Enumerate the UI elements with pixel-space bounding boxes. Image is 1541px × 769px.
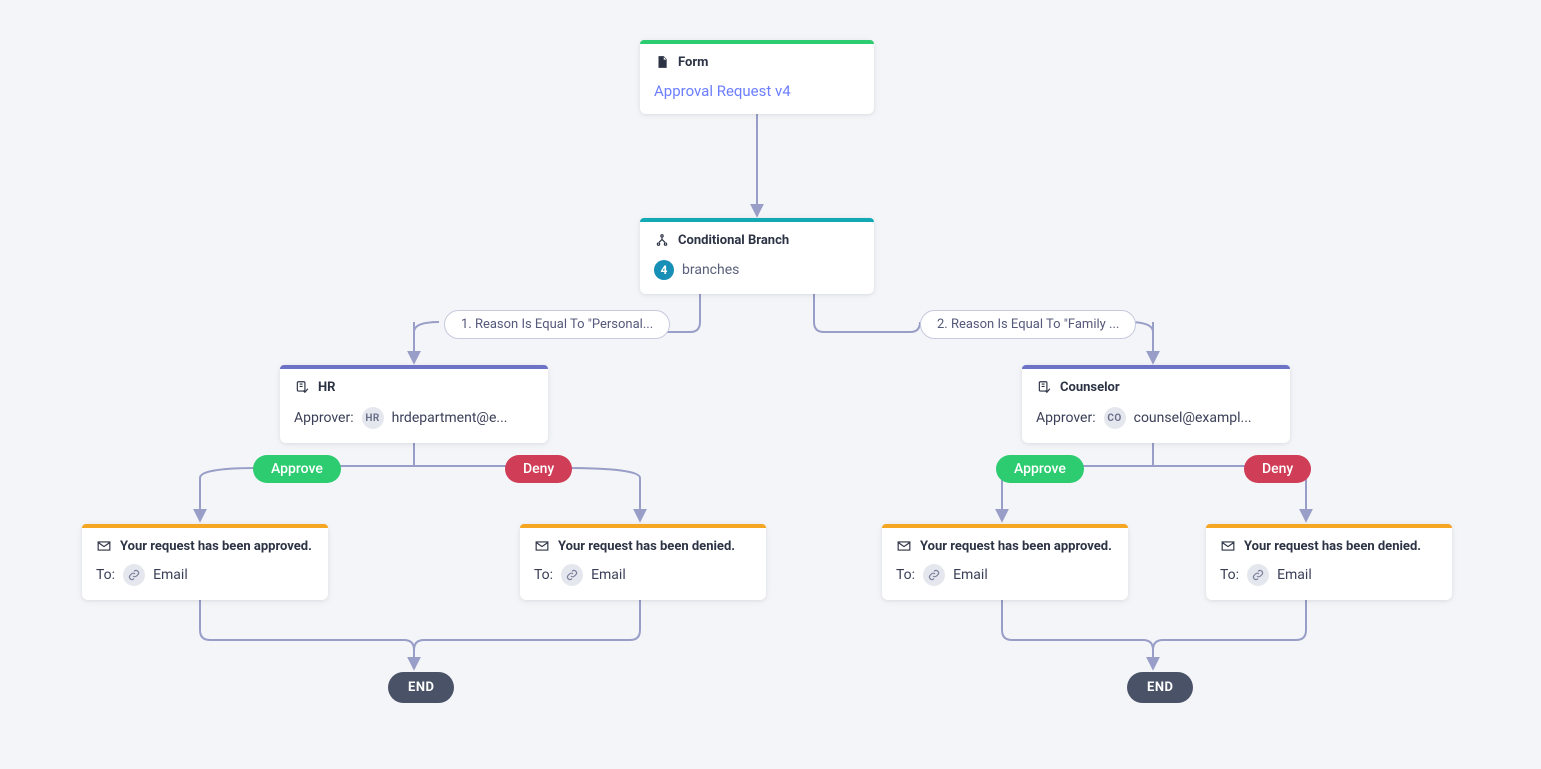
mail-icon — [1220, 538, 1236, 554]
node-approval-counselor[interactable]: Counselor Approver: CO counsel@exampl... — [1022, 365, 1290, 443]
to-value: Email — [591, 567, 626, 583]
deny-pill-left[interactable]: Deny — [505, 455, 572, 483]
node-notify-denied-right[interactable]: Your request has been denied. To: Email — [1206, 524, 1452, 600]
node-notify-approved-left[interactable]: Your request has been approved. To: Emai… — [82, 524, 328, 600]
approver-email-hr: hrdepartment@e... — [392, 410, 508, 426]
mail-icon — [96, 538, 112, 554]
notify-title: Your request has been denied. — [1244, 539, 1421, 554]
branches-word: branches — [682, 262, 739, 278]
branch-count-badge: 4 — [654, 260, 674, 280]
to-label: To: — [96, 567, 115, 583]
link-icon — [923, 564, 945, 586]
mail-icon — [896, 538, 912, 554]
form-name-link[interactable]: Approval Request v4 — [654, 82, 791, 100]
node-notify-approved-right[interactable]: Your request has been approved. To: Emai… — [882, 524, 1128, 600]
workflow-canvas[interactable]: Form Approval Request v4 Conditional Bra… — [0, 0, 1541, 769]
branch-icon — [654, 232, 670, 248]
to-value: Email — [953, 567, 988, 583]
approval-icon — [1036, 379, 1052, 395]
approval-icon — [294, 379, 310, 395]
node-conditional-title: Conditional Branch — [678, 233, 789, 248]
approver-email-counselor: counsel@exampl... — [1134, 410, 1252, 426]
notify-title: Your request has been approved. — [120, 539, 312, 554]
link-icon — [123, 564, 145, 586]
connectors — [0, 0, 1541, 769]
node-notify-denied-left[interactable]: Your request has been denied. To: Email — [520, 524, 766, 600]
approve-pill-left[interactable]: Approve — [253, 455, 341, 483]
approver-label: Approver: — [1036, 410, 1096, 426]
form-icon — [654, 54, 670, 70]
to-label: To: — [534, 567, 553, 583]
mail-icon — [534, 538, 550, 554]
approve-pill-right[interactable]: Approve — [996, 455, 1084, 483]
end-pill-left: END — [388, 672, 454, 703]
to-label: To: — [1220, 567, 1239, 583]
to-value: Email — [1277, 567, 1312, 583]
link-icon — [1247, 564, 1269, 586]
node-conditional[interactable]: Conditional Branch 4 branches — [640, 218, 874, 294]
approval-counselor-title: Counselor — [1060, 380, 1120, 395]
notify-title: Your request has been denied. — [558, 539, 735, 554]
node-form[interactable]: Form Approval Request v4 — [640, 40, 874, 114]
deny-pill-right[interactable]: Deny — [1244, 455, 1311, 483]
to-value: Email — [153, 567, 188, 583]
node-form-title: Form — [678, 55, 708, 70]
notify-title: Your request has been approved. — [920, 539, 1112, 554]
end-pill-right: END — [1127, 672, 1193, 703]
condition-pill-2[interactable]: 2. Reason Is Equal To "Family ... — [920, 310, 1136, 339]
condition-pill-1[interactable]: 1. Reason Is Equal To "Personal... — [444, 310, 670, 339]
link-icon — [561, 564, 583, 586]
avatar-counselor: CO — [1104, 407, 1126, 429]
approval-hr-title: HR — [318, 380, 336, 395]
approver-label: Approver: — [294, 410, 354, 426]
node-approval-hr[interactable]: HR Approver: HR hrdepartment@e... — [280, 365, 548, 443]
avatar-hr: HR — [362, 407, 384, 429]
to-label: To: — [896, 567, 915, 583]
